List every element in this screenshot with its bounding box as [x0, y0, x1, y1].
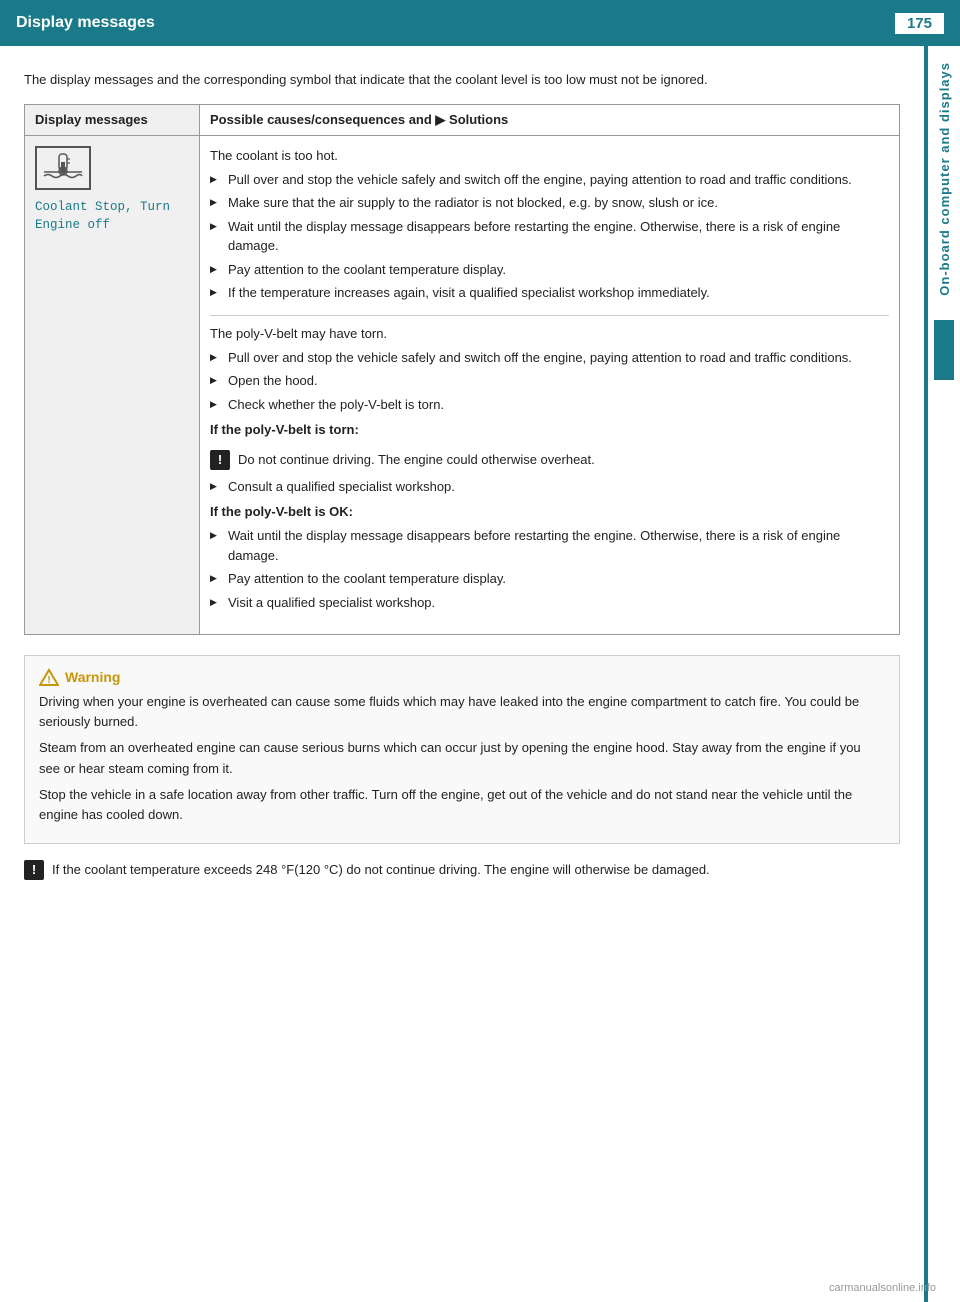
intro-text: The display messages and the correspondi… [24, 70, 900, 90]
section2-after-hazard: Consult a qualified specialist workshop. [210, 477, 889, 497]
warning-triangle-icon: ! [39, 668, 59, 686]
list-item: Open the hood. [210, 371, 889, 391]
bottom-hazard-note: ! If the coolant temperature exceeds 248… [24, 860, 900, 880]
sidebar-block [934, 320, 954, 380]
list-item: Pay attention to the coolant temperature… [210, 569, 889, 589]
causes-section-1: The coolant is too hot. Pull over and st… [210, 146, 889, 315]
list-item: Pull over and stop the vehicle safely an… [210, 348, 889, 368]
section2-bullets2: Wait until the display message disappear… [210, 526, 889, 612]
list-item: Consult a qualified specialist workshop. [210, 477, 889, 497]
page-header: Display messages 175 [0, 0, 960, 46]
subheading-torn: If the poly-V-belt is torn: [210, 420, 889, 440]
display-cell: Coolant Stop, TurnEngine off [25, 135, 200, 635]
list-item: Check whether the poly-V-belt is torn. [210, 395, 889, 415]
svg-text:!: ! [47, 675, 50, 686]
coolant-svg [40, 150, 86, 186]
right-sidebar: On-board computer and displays [924, 46, 960, 1302]
warning-box: ! Warning Driving when your engine is ov… [24, 655, 900, 844]
list-item: Wait until the display message disappear… [210, 217, 889, 256]
list-item: If the temperature increases again, visi… [210, 283, 889, 303]
hazard-note: ! Do not continue driving. The engine co… [210, 450, 889, 470]
subheading-ok: If the poly-V-belt is OK: [210, 502, 889, 522]
sidebar-label: On-board computer and displays [937, 46, 952, 312]
warning-para-2: Steam from an overheated engine can caus… [39, 738, 885, 778]
list-item: Visit a qualified specialist workshop. [210, 593, 889, 613]
main-content: The display messages and the correspondi… [0, 46, 924, 1302]
bottom-note-text: If the coolant temperature exceeds 248 °… [52, 860, 710, 880]
display-msg-text: Coolant Stop, TurnEngine off [35, 198, 189, 236]
display-messages-table: Display messages Possible causes/consequ… [24, 104, 900, 636]
table-header-display: Display messages [25, 104, 200, 135]
section2-lead: The poly-V-belt may have torn. [210, 324, 889, 344]
bottom-exclamation-icon: ! [24, 860, 44, 880]
section1-bullets: Pull over and stop the vehicle safely an… [210, 170, 889, 303]
section1-lead: The coolant is too hot. [210, 146, 889, 166]
page-number: 175 [895, 13, 944, 34]
warning-para-1: Driving when your engine is overheated c… [39, 692, 885, 732]
table-row: Coolant Stop, TurnEngine off The coolant… [25, 135, 900, 635]
list-item: Pay attention to the coolant temperature… [210, 260, 889, 280]
list-item: Make sure that the air supply to the rad… [210, 193, 889, 213]
section2-bullets: Pull over and stop the vehicle safely an… [210, 348, 889, 415]
causes-section-2: The poly-V-belt may have torn. Pull over… [210, 315, 889, 625]
coolant-icon [35, 146, 91, 190]
hazard-text: Do not continue driving. The engine coul… [238, 450, 595, 470]
header-title: Display messages [0, 14, 155, 32]
table-header-causes: Possible causes/consequences and ▶ Solut… [200, 104, 900, 135]
list-item: Wait until the display message disappear… [210, 526, 889, 565]
list-item: Pull over and stop the vehicle safely an… [210, 170, 889, 190]
warning-label: Warning [65, 669, 120, 685]
exclamation-icon: ! [210, 450, 230, 470]
footer-watermark: carmanualsonline.info [829, 1282, 936, 1294]
page-container: The display messages and the correspondi… [0, 46, 960, 1302]
warning-title: ! Warning [39, 668, 885, 686]
warning-para-3: Stop the vehicle in a safe location away… [39, 785, 885, 825]
causes-cell: The coolant is too hot. Pull over and st… [200, 135, 900, 635]
